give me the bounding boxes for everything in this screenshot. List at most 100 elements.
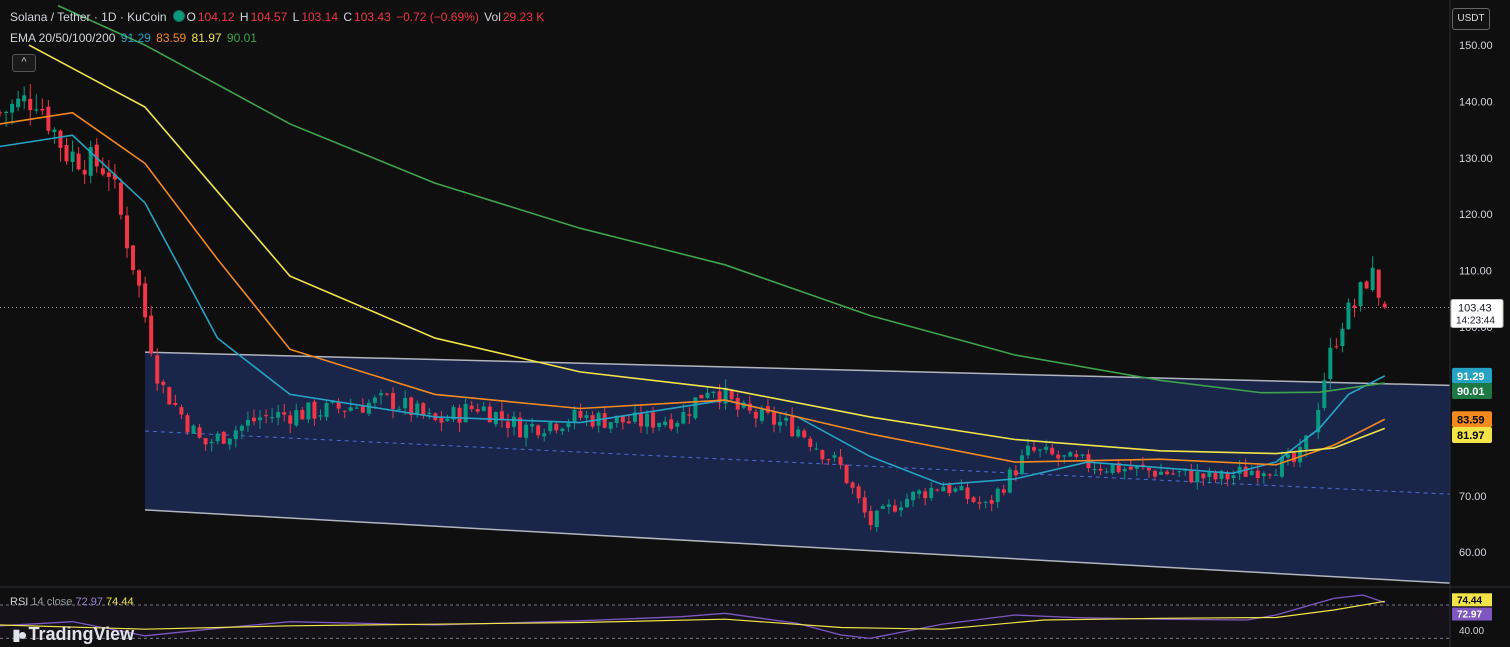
candle-body (1273, 474, 1278, 476)
candle-body (1171, 473, 1176, 475)
candle-body (808, 438, 813, 447)
rsi-tick-label: 40.00 (1459, 626, 1484, 637)
candle-body (874, 510, 879, 527)
candle-body (28, 98, 33, 111)
candle-body (1364, 281, 1369, 289)
candle-body (1376, 269, 1381, 298)
candle-body (52, 129, 57, 133)
candlestick-chart[interactable]: 150.00140.00130.00120.00110.00100.0070.0… (0, 0, 1510, 647)
candle-body (439, 418, 444, 423)
ema20-value: 91.29 (120, 31, 151, 45)
candle-body (463, 403, 468, 423)
candle-body (868, 511, 873, 526)
candle-body (753, 411, 758, 419)
candle-body (802, 430, 807, 438)
candle-body (1201, 473, 1206, 479)
candle-body (64, 145, 69, 162)
candle-body (233, 430, 238, 440)
rsi-ma-value: 74.44 (106, 596, 134, 608)
candle-body (1358, 282, 1363, 307)
candle-body (173, 402, 178, 405)
candle-body (1104, 471, 1109, 473)
high-value: 104.57 (250, 10, 288, 24)
candle-body (705, 392, 710, 398)
candle-body (185, 415, 190, 433)
candle-body (82, 169, 87, 175)
ema-label[interactable]: EMA 20/50/100/200 (10, 31, 115, 45)
candle-body (415, 403, 420, 415)
candle-body (1267, 474, 1272, 476)
open-value: 104.12 (197, 10, 235, 24)
candle-body (838, 456, 843, 465)
candle-body (675, 423, 680, 427)
candle-body (1370, 267, 1375, 291)
candle-body (1279, 457, 1284, 477)
candle-body (445, 418, 450, 421)
tradingview-logo[interactable]: ▮● TradingView (12, 624, 134, 645)
candle-body (294, 410, 299, 426)
candle-body (385, 393, 390, 395)
candle-body (155, 355, 160, 384)
price-tag-value: 103.43 (1458, 302, 1492, 314)
candle-body (239, 425, 244, 431)
candle-body (469, 405, 474, 410)
candle-body (499, 411, 504, 420)
y-tick-label: 130.00 (1459, 153, 1493, 165)
candle-body (209, 441, 214, 444)
rsi-tag-label: 72.97 (1457, 610, 1482, 621)
candle-body (971, 497, 976, 502)
candle-body (179, 407, 184, 415)
candle-body (227, 438, 232, 445)
candle-body (681, 411, 686, 424)
candle-body (403, 397, 408, 409)
candle-body (651, 412, 656, 428)
close-label: C (343, 10, 353, 24)
candle-body (578, 410, 583, 418)
candle-body (995, 488, 1000, 502)
candle-body (324, 403, 329, 417)
candle-body (1298, 446, 1303, 463)
candle-body (391, 392, 396, 409)
rsi-label[interactable]: RSI (10, 596, 28, 608)
candle-body (1056, 454, 1061, 459)
chevron-up-icon: ^ (21, 56, 27, 68)
candle-body (70, 151, 75, 163)
candle-body (923, 491, 928, 499)
candle-body (566, 423, 571, 428)
candle-body (699, 394, 704, 399)
candle-body (1177, 471, 1182, 473)
ema200-value: 90.01 (226, 31, 257, 45)
candle-body (312, 401, 317, 419)
candle-body (959, 485, 964, 491)
symbol-header: Solana / Tether · 1D · KuCoin O 104.12 H 10… (10, 10, 546, 24)
candle-body (747, 403, 752, 411)
candle-body (1050, 447, 1055, 455)
candle-body (288, 415, 293, 424)
ema100-value: 81.97 (191, 31, 222, 45)
candle-body (542, 433, 547, 437)
candle-body (1255, 470, 1260, 479)
candle-body (935, 489, 940, 491)
candle-body (282, 412, 287, 415)
candle-body (1322, 380, 1327, 408)
candle-body (245, 419, 250, 426)
candle-body (524, 424, 529, 438)
candle-body (1110, 464, 1115, 473)
candle-body (137, 270, 142, 286)
candle-body (124, 215, 129, 249)
rsi-params: 14 close (31, 596, 73, 608)
candle-body (511, 416, 516, 427)
candle-body (1249, 470, 1254, 476)
low-label: L (292, 10, 300, 24)
candle-body (1243, 466, 1248, 477)
collapse-legend-button[interactable]: ^ (12, 54, 36, 72)
candle-body (892, 505, 897, 512)
candle-body (1213, 472, 1218, 480)
candle-body (276, 412, 281, 418)
candle-body (421, 403, 426, 416)
currency-button[interactable]: USDT (1452, 8, 1490, 30)
symbol-title[interactable]: Solana / Tether · 1D · KuCoin (10, 10, 167, 24)
candle-body (118, 182, 123, 215)
candle-body (880, 505, 885, 509)
candle-body (572, 409, 577, 423)
